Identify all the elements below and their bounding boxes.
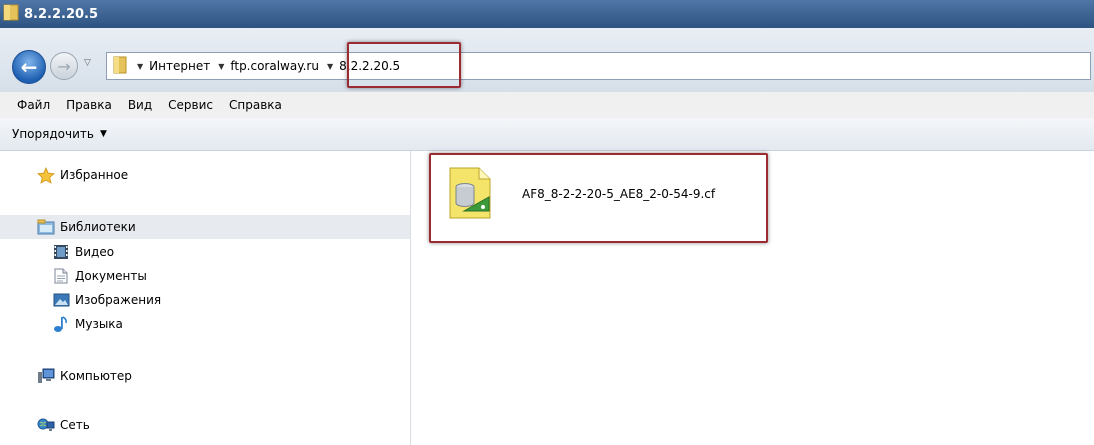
video-icon [52, 244, 70, 260]
command-bar: Упорядочить ▼ [0, 118, 1094, 151]
breadcrumb-label: Интернет [149, 59, 211, 73]
sidebar-item-label: Библиотеки [60, 220, 136, 234]
address-highlight-box [347, 42, 461, 88]
folder-icon [3, 3, 19, 25]
menu-edit[interactable]: Правка [66, 98, 112, 112]
organize-label: Упорядочить [12, 127, 94, 141]
sidebar-item-documents[interactable]: Документы [52, 265, 147, 287]
music-icon [52, 316, 70, 332]
pictures-icon [52, 292, 70, 308]
back-arrow-icon[interactable]: ← [12, 50, 46, 84]
sidebar-item-label: Компьютер [60, 369, 132, 383]
menu-file[interactable]: Файл [17, 98, 50, 112]
sidebar-item-computer[interactable]: Компьютер [37, 365, 132, 387]
sidebar-item-pictures[interactable]: Изображения [52, 289, 161, 311]
sidebar-item-favorites[interactable]: Избранное [37, 164, 128, 186]
forward-arrow-icon[interactable]: → [50, 52, 78, 80]
breadcrumb-host[interactable]: ▼ ftp.coralway.ru [218, 59, 319, 73]
folder-icon [113, 56, 127, 77]
menu-help[interactable]: Справка [229, 98, 282, 112]
address-bar[interactable]: ▼ Интернет ▼ ftp.coralway.ru ▼ 8.2.2.20.… [106, 52, 1091, 80]
chevron-down-icon: ▼ [218, 61, 225, 71]
sidebar-item-video[interactable]: Видео [52, 241, 114, 263]
organize-button[interactable]: Упорядочить ▼ [12, 127, 107, 141]
computer-icon [37, 368, 55, 384]
window-title: 8.2.2.20.5 [24, 6, 99, 22]
libraries-icon [37, 219, 55, 235]
chevron-down-icon: ▼ [137, 61, 144, 71]
sidebar-item-music[interactable]: Музыка [52, 313, 123, 335]
menu-tools[interactable]: Сервис [168, 98, 213, 112]
sidebar-item-label: Сеть [60, 418, 90, 432]
sidebar-item-libraries[interactable]: Библиотеки [0, 215, 410, 239]
navigation-bar: ← → ▽ ▼ Интернет ▼ ftp.coralway.ru ▼ 8.2… [0, 28, 1094, 92]
menu-bar: Файл Правка Вид Сервис Справка [0, 92, 1094, 118]
navigation-pane: Избранное Библиотеки Видео Документы Изо… [0, 151, 411, 445]
sidebar-item-label: Музыка [75, 317, 123, 331]
sidebar-item-label: Избранное [60, 168, 129, 182]
network-icon [37, 417, 55, 433]
breadcrumb-label: ftp.coralway.ru [230, 59, 319, 73]
star-icon [37, 166, 55, 184]
history-dropdown-icon[interactable]: ▽ [84, 58, 91, 68]
sidebar-item-label: Изображения [75, 293, 162, 307]
menu-view[interactable]: Вид [128, 98, 152, 112]
sidebar-item-network[interactable]: Сеть [37, 414, 90, 436]
chevron-down-icon: ▼ [99, 129, 107, 139]
title-bar: 8.2.2.20.5 [0, 0, 1094, 28]
chevron-down-icon: ▼ [326, 61, 334, 71]
file-highlight-box [429, 153, 768, 243]
breadcrumb-internet[interactable]: ▼ Интернет [137, 59, 210, 73]
sidebar-item-label: Видео [75, 245, 115, 259]
sidebar-item-label: Документы [75, 269, 147, 283]
documents-icon [52, 268, 70, 284]
